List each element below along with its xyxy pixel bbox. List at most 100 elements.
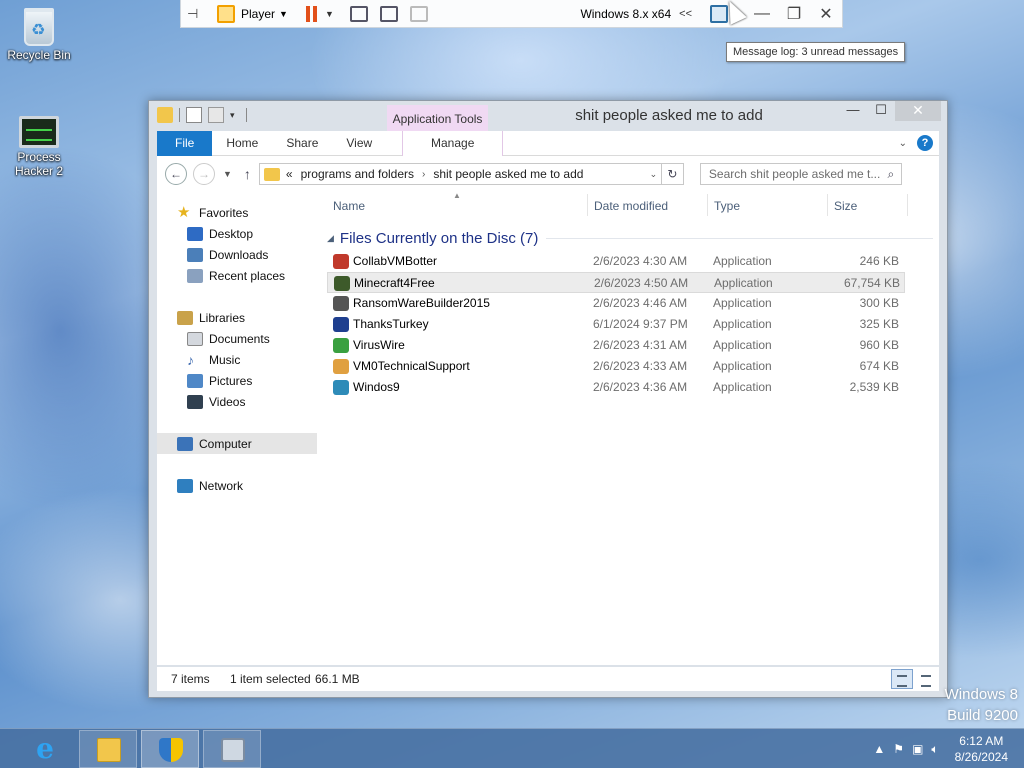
file-row[interactable]: VM0TechnicalSupport 2/6/2023 4:33 AM Appli… — [327, 356, 939, 377]
file-date-modified: 2/6/2023 4:36 AM — [593, 380, 688, 394]
column-size[interactable]: Size — [834, 199, 857, 213]
nav-downloads[interactable]: Downloads — [157, 244, 317, 265]
file-type: Application — [713, 296, 772, 310]
file-row[interactable]: CollabVMBotter 2/6/2023 4:30 AM Applicatio… — [327, 251, 939, 272]
column-type[interactable]: Type — [714, 199, 740, 213]
file-type: Application — [713, 359, 772, 373]
file-date-modified: 2/6/2023 4:50 AM — [594, 276, 689, 290]
refresh-icon[interactable]: ↻ — [660, 164, 683, 184]
action-center-flag-icon[interactable]: ⚑ — [893, 742, 904, 756]
clock[interactable]: 6:12 AM 8/26/2024 — [955, 733, 1008, 765]
minimize-icon[interactable]: — — [746, 5, 778, 23]
collapse-toolbar-icon[interactable]: << — [679, 8, 692, 20]
network-status-icon[interactable]: ▣ — [912, 742, 923, 756]
nav-desktop[interactable]: Desktop — [157, 223, 317, 244]
file-row[interactable]: Windos9 2/6/2023 4:36 AM Application 2,539 … — [327, 377, 939, 398]
process-hacker-icon — [19, 116, 59, 148]
search-input[interactable]: Search shit people asked me t... ⌕ — [699, 163, 902, 185]
title-bar[interactable]: ▾ Application Tools shit people asked me… — [149, 101, 947, 132]
tab-share[interactable]: Share — [272, 131, 332, 156]
large-icons-view-button[interactable] — [915, 669, 937, 689]
breadcrumb-programs-and-folders[interactable]: programs and folders — [301, 167, 414, 181]
minimize-button[interactable]: — — [839, 101, 867, 121]
taskbar-internet-explorer[interactable]: e — [16, 730, 74, 768]
details-view-button[interactable] — [891, 669, 913, 689]
fit-guest-icon[interactable] — [379, 5, 398, 22]
system-tray: ▲ ⚑ ▣ 🔈︎ 6:12 AM 8/26/2024 — [873, 729, 1024, 768]
nav-computer[interactable]: Computer — [157, 433, 317, 454]
file-type: Application — [714, 276, 773, 290]
file-name: Windos9 — [353, 380, 400, 394]
close-icon[interactable]: ✕ — [810, 4, 842, 24]
taskbar: e ▲ ⚑ ▣ 🔈︎ 6:12 AM 8/26/2024 — [0, 728, 1024, 768]
unity-icon[interactable] — [409, 5, 428, 22]
column-name[interactable]: Name — [333, 199, 365, 213]
file-row[interactable]: Minecraft4Free 2/6/2023 4:50 AM Applicatio… — [327, 272, 905, 293]
nav-recent-places[interactable]: Recent places — [157, 265, 317, 286]
column-date-modified[interactable]: Date modified — [594, 199, 668, 213]
nav-music[interactable]: ♪ Music — [157, 349, 317, 370]
search-icon[interactable]: ⌕ — [881, 167, 901, 182]
taskbar-security-app[interactable] — [141, 730, 199, 768]
show-hidden-icons-icon[interactable]: ▲ — [873, 742, 885, 756]
new-folder-icon[interactable] — [208, 107, 224, 123]
back-button[interactable]: ← — [165, 163, 187, 185]
close-button[interactable]: ✕ — [895, 101, 941, 121]
pause-button[interactable] — [305, 5, 317, 22]
navigation-bar: ← → ▼ ↑ « programs and folders › shit pe… — [157, 156, 939, 192]
taskbar-file-explorer[interactable] — [79, 730, 137, 768]
file-date-modified: 2/6/2023 4:30 AM — [593, 254, 688, 268]
address-dropdown-icon[interactable]: ⌄ — [645, 169, 661, 180]
up-button[interactable]: ↑ — [244, 166, 251, 182]
properties-icon[interactable] — [186, 107, 202, 123]
recycle-bin-desktop-icon[interactable]: Recycle Bin — [3, 8, 75, 62]
volume-icon[interactable]: 🔈︎ — [931, 742, 938, 757]
address-bar[interactable]: « programs and folders › shit people ask… — [258, 163, 684, 185]
player-icon — [217, 4, 235, 23]
nav-label: Documents — [209, 331, 270, 346]
process-hacker-desktop-icon[interactable]: Process Hacker 2 — [3, 116, 75, 178]
tab-file[interactable]: File — [157, 130, 213, 156]
nav-videos[interactable]: Videos — [157, 391, 317, 412]
file-list: ▲ Name Date modified Type Size ◢ Files C… — [327, 191, 939, 665]
customize-qat-icon[interactable]: ▾ — [230, 110, 240, 121]
breadcrumb-overflow[interactable]: « — [286, 167, 293, 181]
tab-view[interactable]: View — [332, 131, 386, 156]
breadcrumb-current-folder[interactable]: shit people asked me to add — [433, 167, 583, 181]
power-menu-chevron-icon[interactable]: ▼ — [325, 9, 334, 19]
nav-network[interactable]: Network — [157, 475, 317, 496]
tab-home[interactable]: Home — [212, 131, 272, 156]
file-size: 2,539 KB — [849, 380, 899, 394]
tab-manage[interactable]: Manage — [402, 130, 504, 156]
nav-pictures[interactable]: Pictures — [157, 370, 317, 391]
maximize-button[interactable]: ☐ — [867, 101, 895, 121]
nav-documents[interactable]: Documents — [157, 328, 317, 349]
nav-label: Desktop — [209, 226, 254, 241]
group-header[interactable]: ◢ Files Currently on the Disc (7) — [327, 228, 939, 248]
downloads-icon — [187, 247, 203, 262]
file-size: 67,754 KB — [843, 276, 900, 290]
file-name: RansomWareBuilder2015 — [353, 296, 490, 310]
file-size: 674 KB — [859, 359, 899, 373]
nav-libraries[interactable]: Libraries — [157, 307, 317, 328]
nav-favorites[interactable]: ★ Favorites — [157, 202, 317, 223]
taskbar-setup-app[interactable] — [203, 730, 261, 768]
forward-button[interactable]: → — [193, 163, 215, 185]
help-icon[interactable]: ? — [917, 135, 933, 151]
send-ctrl-alt-del-icon[interactable] — [349, 5, 368, 22]
pin-icon[interactable]: ⊣ — [187, 6, 209, 22]
restore-icon[interactable]: ❐ — [778, 4, 810, 24]
file-explorer-window: ▾ Application Tools shit people asked me… — [148, 100, 948, 698]
chevron-down-icon: ▼ — [279, 8, 288, 19]
file-type: Application — [713, 380, 772, 394]
breadcrumb-separator-icon[interactable]: › — [422, 169, 425, 180]
player-menu-button[interactable]: Player ▼ — [241, 7, 288, 21]
selection-size: 66.1 MB — [315, 672, 360, 686]
nav-label: Pictures — [209, 373, 253, 388]
expand-ribbon-icon[interactable]: ⌄ — [899, 138, 907, 149]
file-row[interactable]: ThanksTurkey 6/1/2024 9:37 PM Application 3… — [327, 314, 939, 335]
file-row[interactable]: VirusWire 2/6/2023 4:31 AM Application 960 … — [327, 335, 939, 356]
file-row[interactable]: RansomWareBuilder2015 2/6/2023 4:46 AM App… — [327, 293, 939, 314]
collapse-group-icon[interactable]: ◢ — [327, 233, 334, 244]
recent-locations-icon[interactable]: ▼ — [223, 169, 232, 179]
